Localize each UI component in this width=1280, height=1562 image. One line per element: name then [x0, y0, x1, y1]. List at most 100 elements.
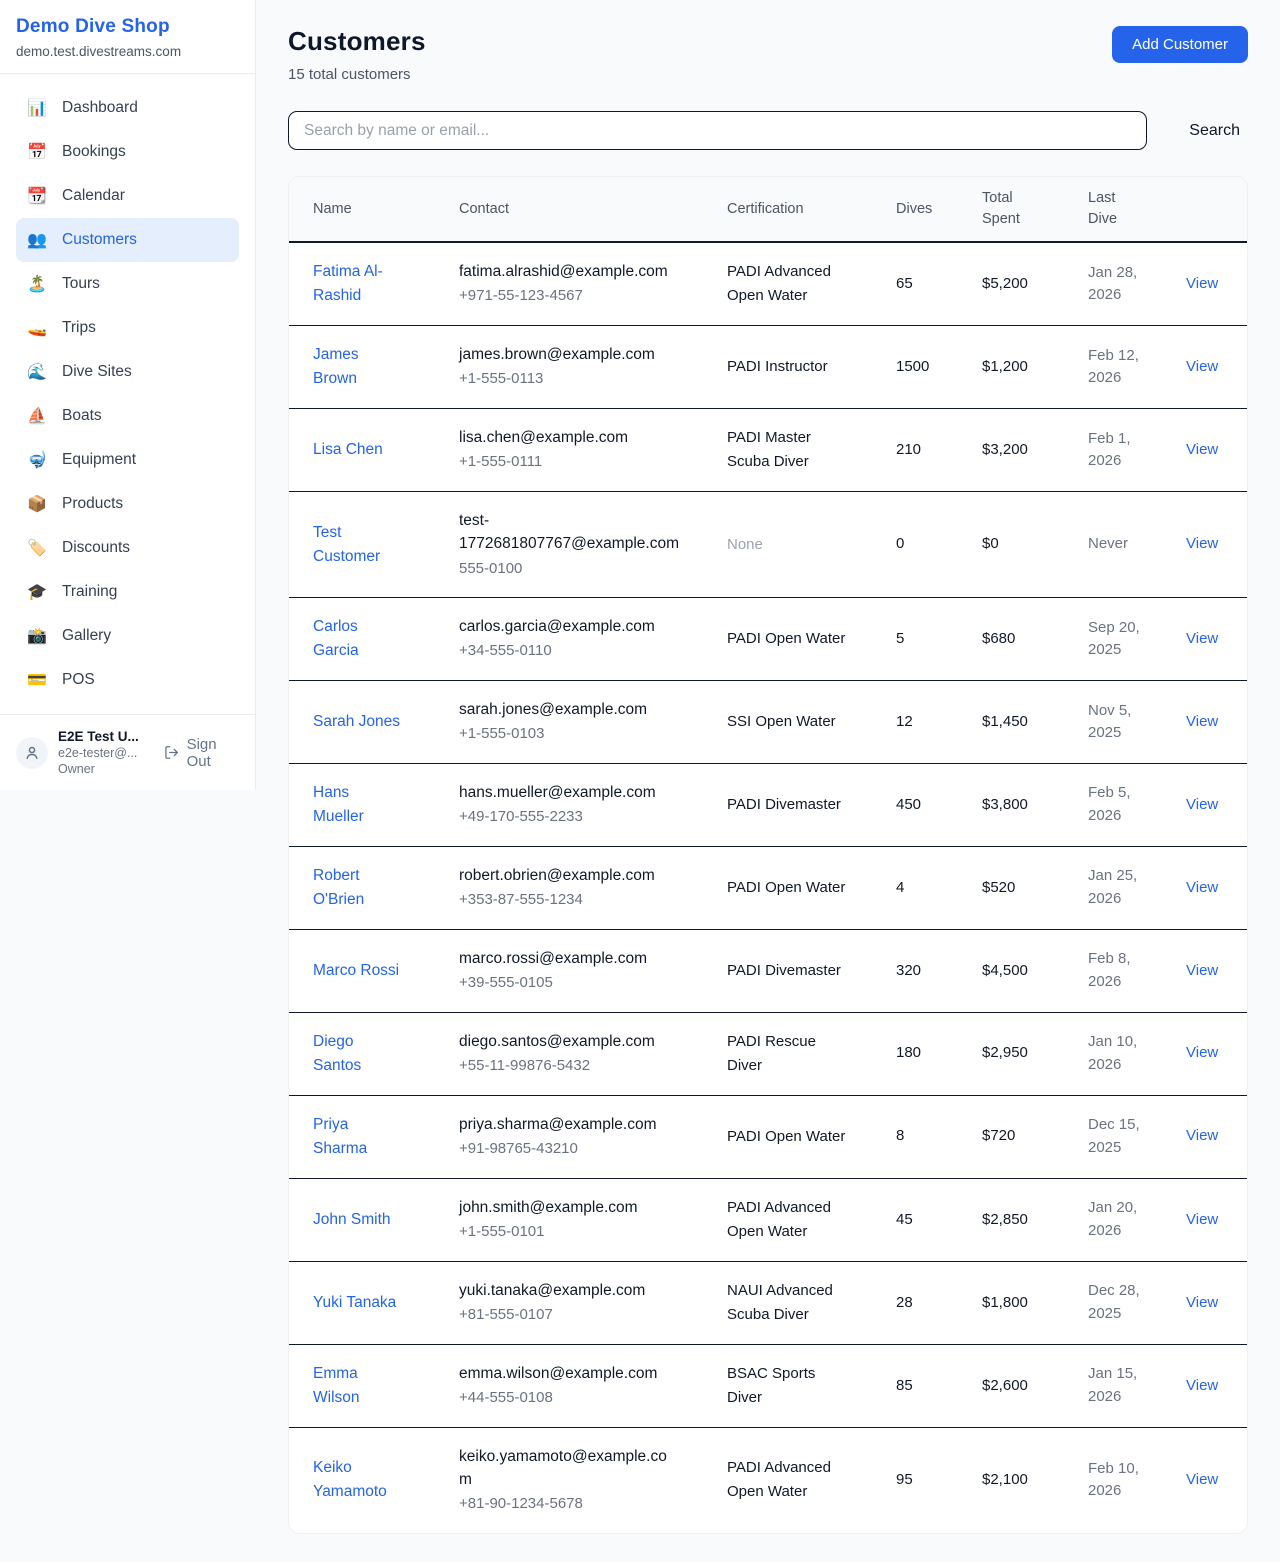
search-input[interactable] [288, 111, 1147, 150]
customer-certification: PADI Rescue Diver [727, 1012, 896, 1095]
table-row: Marco Rossi marco.rossi@example.com +39-… [289, 929, 1247, 1012]
customer-dives: 450 [896, 763, 982, 846]
view-link[interactable]: View [1186, 358, 1218, 375]
customer-total-spent: $2,850 [982, 1178, 1088, 1261]
add-customer-button[interactable]: Add Customer [1112, 26, 1248, 63]
sidebar-item-customers[interactable]: 👥 Customers [16, 218, 239, 262]
customer-phone: +91-98765-43210 [459, 1138, 679, 1161]
view-link[interactable]: View [1186, 441, 1218, 458]
col-header-name: Name [289, 177, 459, 242]
customer-phone: +81-555-0107 [459, 1304, 679, 1327]
customer-email: hans.mueller@example.com [459, 781, 679, 804]
customer-dives: 1500 [896, 326, 982, 409]
sidebar-item-equipment[interactable]: 🤿 Equipment [16, 438, 239, 482]
customer-name-link[interactable]: Robert O'Brien [313, 864, 403, 912]
col-header-last-dive: Last Dive [1088, 177, 1186, 242]
customer-last-dive: Never [1088, 492, 1186, 598]
sidebar-item-label: Training [62, 583, 117, 601]
customer-total-spent: $1,450 [982, 681, 1088, 764]
customer-name-link[interactable]: Lisa Chen [313, 438, 383, 462]
customer-total-spent: $0 [982, 492, 1088, 598]
view-link[interactable]: View [1186, 713, 1218, 730]
customer-total-spent: $5,200 [982, 242, 1088, 326]
view-link[interactable]: View [1186, 1471, 1218, 1488]
customer-name-link[interactable]: Yuki Tanaka [313, 1291, 396, 1315]
customer-dives: 45 [896, 1178, 982, 1261]
view-link[interactable]: View [1186, 1377, 1218, 1394]
col-header-contact: Contact [459, 177, 727, 242]
customer-name-link[interactable]: Fatima Al-Rashid [313, 260, 403, 308]
speedboat-icon: 🚤 [26, 318, 48, 338]
view-link[interactable]: View [1186, 1294, 1218, 1311]
sidebar-item-boats[interactable]: ⛵ Boats [16, 394, 239, 438]
customer-name-link[interactable]: Carlos Garcia [313, 615, 403, 663]
customer-dives: 180 [896, 1012, 982, 1095]
diving-mask-icon: 🤿 [26, 450, 48, 470]
customer-total-spent: $2,600 [982, 1344, 1088, 1427]
customer-certification: PADI Instructor [727, 326, 896, 409]
sidebar-item-bookings[interactable]: 📅 Bookings [16, 130, 239, 174]
customer-name-link[interactable]: Test Customer [313, 521, 403, 569]
view-link[interactable]: View [1186, 535, 1218, 552]
view-link[interactable]: View [1186, 879, 1218, 896]
view-link[interactable]: View [1186, 630, 1218, 647]
customer-last-dive: Sep 20, 2025 [1088, 598, 1186, 681]
sign-out-label: Sign Out [187, 736, 239, 770]
sidebar-item-training[interactable]: 🎓 Training [16, 570, 239, 614]
customer-name-link[interactable]: James Brown [313, 343, 403, 391]
user-role: Owner [58, 762, 152, 776]
search-button[interactable]: Search [1181, 122, 1248, 140]
sidebar-item-dashboard[interactable]: 📊 Dashboard [16, 86, 239, 130]
sidebar-item-trips[interactable]: 🚤 Trips [16, 306, 239, 350]
customer-name-link[interactable]: Keiko Yamamoto [313, 1456, 403, 1504]
page-header: Customers 15 total customers Add Custome… [288, 26, 1248, 83]
view-link[interactable]: View [1186, 1127, 1218, 1144]
sidebar-item-products[interactable]: 📦 Products [16, 482, 239, 526]
calendar-icon: 📅 [26, 142, 48, 162]
sidebar-item-tours[interactable]: 🏝️ Tours [16, 262, 239, 306]
customer-certification: None [727, 492, 896, 598]
customer-phone: +55-11-99876-5432 [459, 1055, 679, 1078]
customer-name-link[interactable]: Emma Wilson [313, 1362, 403, 1410]
customer-dives: 5 [896, 598, 982, 681]
sidebar-item-dive-sites[interactable]: 🌊 Dive Sites [16, 350, 239, 394]
customer-email: yuki.tanaka@example.com [459, 1279, 679, 1302]
sidebar-item-pos[interactable]: 💳 POS [16, 658, 239, 702]
view-link[interactable]: View [1186, 1211, 1218, 1228]
view-link[interactable]: View [1186, 796, 1218, 813]
view-link[interactable]: View [1186, 1044, 1218, 1061]
customer-phone: +44-555-0108 [459, 1387, 679, 1410]
shop-domain: demo.test.divestreams.com [16, 44, 239, 59]
sidebar-item-gallery[interactable]: 📸 Gallery [16, 614, 239, 658]
table-row: Robert O'Brien robert.obrien@example.com… [289, 846, 1247, 929]
customers-table-card: Name Contact Certification Dives Total S… [288, 176, 1248, 1534]
customer-name-link[interactable]: Diego Santos [313, 1030, 403, 1078]
customer-email: robert.obrien@example.com [459, 864, 679, 887]
sign-out-button[interactable]: Sign Out [164, 736, 239, 770]
sidebar-item-label: POS [62, 671, 95, 689]
customer-certification: PADI Advanced Open Water [727, 242, 896, 326]
customer-dives: 320 [896, 929, 982, 1012]
customer-total-spent: $2,950 [982, 1012, 1088, 1095]
customer-name-link[interactable]: Priya Sharma [313, 1113, 403, 1161]
people-icon: 👥 [26, 230, 48, 250]
search-bar: Search [288, 111, 1248, 150]
customer-phone: +1-555-0101 [459, 1221, 679, 1244]
customer-total-spent: $1,200 [982, 326, 1088, 409]
customer-name-link[interactable]: Hans Mueller [313, 781, 403, 829]
customer-phone: +1-555-0113 [459, 368, 679, 391]
customer-name-link[interactable]: Marco Rossi [313, 959, 399, 983]
sidebar-item-calendar[interactable]: 📆 Calendar [16, 174, 239, 218]
camera-icon: 📸 [26, 626, 48, 646]
customer-certification: PADI Open Water [727, 846, 896, 929]
customer-total-spent: $720 [982, 1095, 1088, 1178]
view-link[interactable]: View [1186, 962, 1218, 979]
table-row: Keiko Yamamoto keiko.yamamoto@example.co… [289, 1427, 1247, 1533]
customer-name-link[interactable]: John Smith [313, 1208, 391, 1232]
customer-phone: +39-555-0105 [459, 972, 679, 995]
avatar [16, 737, 48, 769]
customer-name-link[interactable]: Sarah Jones [313, 710, 400, 734]
view-link[interactable]: View [1186, 275, 1218, 292]
tear-off-calendar-icon: 📆 [26, 186, 48, 206]
sidebar-item-discounts[interactable]: 🏷️ Discounts [16, 526, 239, 570]
